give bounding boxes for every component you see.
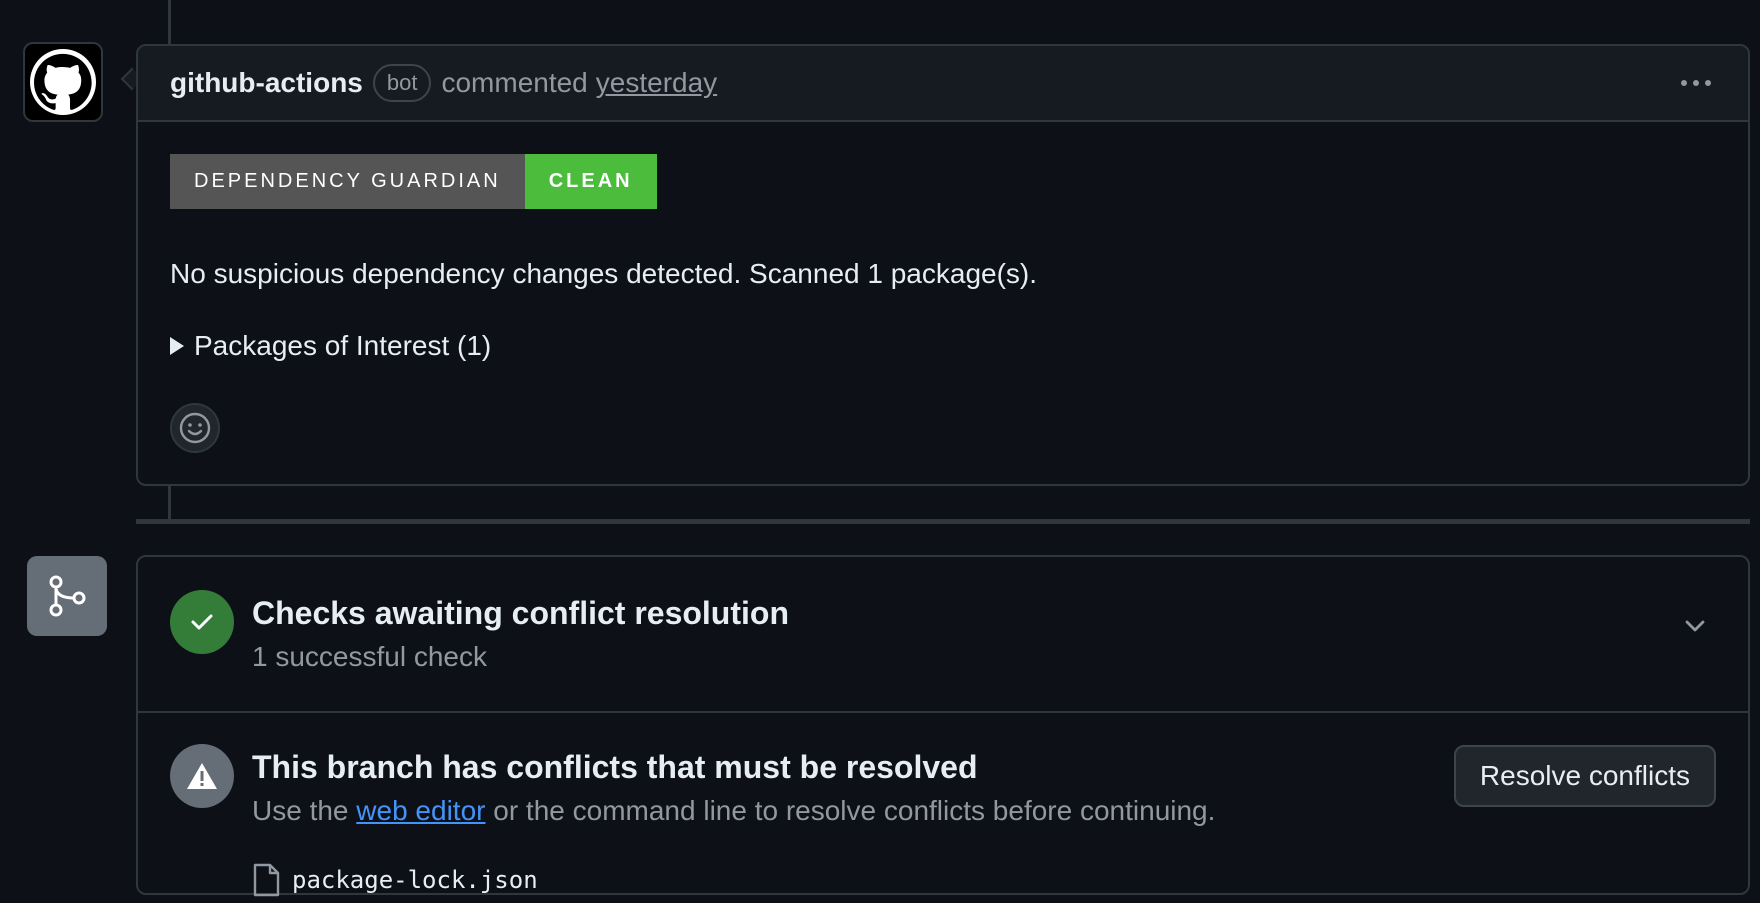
badge-label: DEPENDENCY GUARDIAN — [170, 154, 525, 209]
comment-header: github-actions bot commented yesterday — [138, 46, 1748, 122]
comment-author[interactable]: github-actions — [170, 67, 363, 99]
dependency-guardian-badge: DEPENDENCY GUARDIAN CLEAN — [170, 154, 657, 209]
alert-icon — [170, 744, 234, 808]
details-summary: Packages of Interest (1) — [194, 330, 492, 361]
disclosure-triangle-icon — [170, 337, 184, 355]
github-logo-icon — [30, 49, 96, 115]
conflicts-text-after: or the command line to resolve conflicts… — [493, 795, 1216, 826]
check-icon — [170, 590, 234, 654]
timeline-line-middle — [168, 486, 171, 519]
conflict-file-item: package-lock.json — [252, 863, 538, 897]
packages-details-toggle[interactable]: Packages of Interest (1) — [170, 330, 491, 362]
web-editor-link[interactable]: web editor — [356, 795, 485, 826]
comment-action: commented — [441, 67, 588, 98]
merge-box: Checks awaiting conflict resolution 1 su… — [136, 555, 1750, 897]
comment-card: github-actions bot commented yesterday D… — [136, 44, 1750, 486]
checks-subtitle: 1 successful check — [252, 641, 487, 672]
file-icon — [253, 863, 280, 897]
smiley-icon — [179, 412, 211, 444]
badge-status: CLEAN — [524, 154, 657, 209]
git-merge-icon — [27, 556, 107, 636]
conflicts-text-before: Use the — [252, 795, 349, 826]
resolve-conflicts-button[interactable]: Resolve conflicts — [1453, 745, 1716, 807]
comment-body: No suspicious dependency changes detecte… — [170, 258, 1038, 289]
timeline-separator — [136, 519, 1750, 524]
conflicts-section: This branch has conflicts that must be r… — [138, 713, 1748, 903]
chevron-down-icon[interactable] — [1682, 613, 1708, 644]
conflicts-title: This branch has conflicts that must be r… — [252, 749, 978, 785]
comment-timestamp[interactable]: yesterday — [596, 67, 717, 99]
add-reaction-button[interactable] — [170, 403, 220, 453]
bot-badge: bot — [372, 64, 432, 102]
kebab-horizontal-icon[interactable] — [1678, 68, 1714, 105]
avatar[interactable] — [23, 42, 103, 122]
checks-section[interactable]: Checks awaiting conflict resolution 1 su… — [138, 557, 1748, 713]
conflicts-description: Use the web editor or the command line t… — [252, 795, 1215, 827]
conflict-file-name: package-lock.json — [292, 866, 538, 894]
timeline-line-top — [168, 0, 171, 44]
checks-title: Checks awaiting conflict resolution — [252, 595, 789, 631]
